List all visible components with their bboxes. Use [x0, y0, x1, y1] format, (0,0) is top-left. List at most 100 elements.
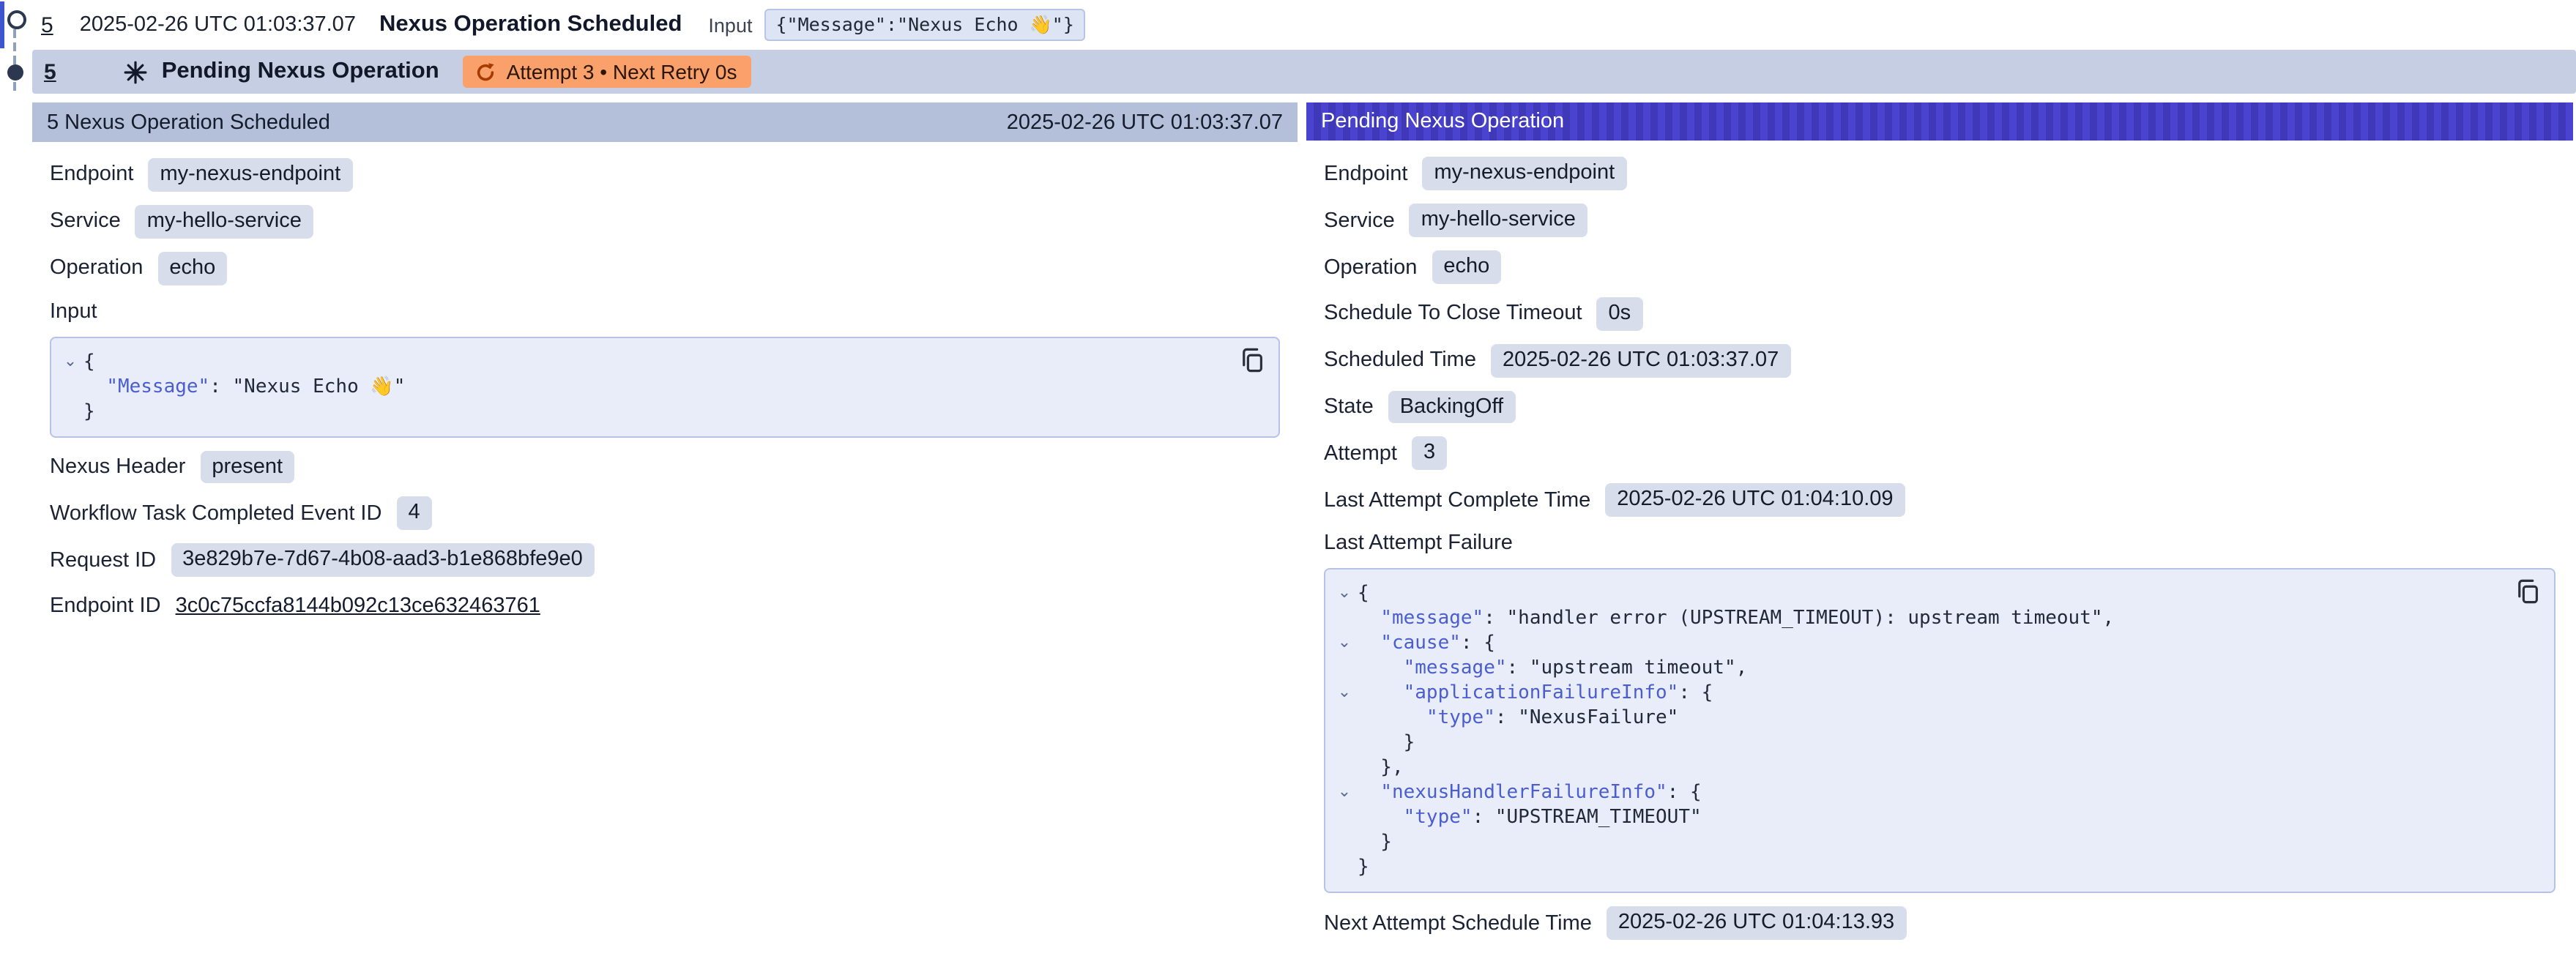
code-line: ⌄}	[57, 399, 1226, 424]
input-json-viewer: ⌄{⌄ "Message": "Nexus Echo 👋"⌄}	[50, 336, 1280, 437]
code-line: ⌄ }	[1331, 830, 2501, 855]
field-value-badge: my-nexus-endpoint	[1423, 157, 1627, 191]
field-value-badge: 4	[396, 497, 431, 531]
timeline-current-dot-icon	[7, 64, 23, 81]
detail-row-scheduled-time: Scheduled Time 2025-02-26 UTC 01:03:37.0…	[1324, 344, 2555, 378]
field-label: Operation	[50, 256, 143, 280]
pending-icon	[124, 59, 149, 84]
detail-row-nexus-header: Nexus Header present	[50, 450, 1280, 484]
code-line: ⌄ }	[1331, 731, 2501, 755]
field-value-badge: 3	[1412, 437, 1447, 471]
field-label: Endpoint ID	[50, 594, 161, 618]
field-label: Scheduled Time	[1324, 348, 1476, 372]
collapse-chevron-icon[interactable]: ⌄	[1331, 581, 1358, 606]
collapse-chevron-icon[interactable]: ⌄	[57, 349, 83, 374]
code-text: "cause": {	[1358, 631, 1495, 656]
event-id-link[interactable]: 5	[41, 12, 53, 37]
field-label: Workflow Task Completed Event ID	[50, 502, 381, 526]
detail-row-schedule-to-close-timeout: Schedule To Close Timeout 0s	[1324, 297, 2555, 331]
endpoint-id-link[interactable]: 3c0c75ccfa8144b092c13ce632463761	[176, 591, 540, 621]
code-line: ⌄{	[57, 349, 1226, 374]
field-value-badge: my-hello-service	[1410, 204, 1587, 238]
code-line: ⌄ "applicationFailureInfo": {	[1331, 681, 2501, 706]
event-title: Nexus Operation Scheduled	[379, 12, 682, 38]
field-label: Endpoint	[1324, 163, 1408, 186]
collapse-chevron-icon[interactable]: ⌄	[1331, 681, 1358, 706]
field-value-badge: 2025-02-26 UTC 01:04:13.93	[1607, 906, 1906, 940]
field-label: Request ID	[50, 548, 156, 572]
code-line: ⌄{	[1331, 581, 2501, 606]
detail-row-operation: Operation echo	[1324, 250, 2555, 284]
pending-title: Pending Nexus Operation	[162, 59, 439, 85]
detail-row-request-id: Request ID 3e829b7e-7d67-4b08-aad3-b1e86…	[50, 543, 1280, 577]
active-row-indicator	[0, 1, 4, 48]
field-label: Endpoint	[50, 163, 134, 187]
field-value-badge: my-hello-service	[135, 205, 313, 239]
code-text: "message": "handler error (UPSTREAM_TIME…	[1358, 606, 2114, 631]
event-details-panel: 5 Nexus Operation Scheduled 2025-02-26 U…	[32, 102, 1298, 956]
code-line: ⌄ "message": "upstream timeout",	[1331, 656, 2501, 681]
detail-row-endpoint-id: Endpoint ID 3c0c75ccfa8144b092c13ce63246…	[50, 590, 1280, 622]
code-line: ⌄}	[1331, 855, 2501, 880]
input-section-label: Input	[50, 299, 1280, 323]
field-label: Attempt	[1324, 442, 1397, 466]
code-text: "applicationFailureInfo": {	[1358, 681, 1713, 706]
detail-row-endpoint: Endpoint my-nexus-endpoint	[1324, 157, 2555, 191]
detail-row-last-attempt-complete-time: Last Attempt Complete Time 2025-02-26 UT…	[1324, 484, 2555, 518]
detail-row-operation: Operation echo	[50, 251, 1280, 285]
field-label: Nexus Header	[50, 455, 185, 479]
field-value-badge: 3e829b7e-7d67-4b08-aad3-b1e868bfe9e0	[171, 543, 595, 577]
pending-operation-row[interactable]: 5 Pending Nexus Operation Attempt 3 • Ne…	[32, 50, 2576, 94]
pending-operation-panel: Pending Nexus Operation Endpoint my-nexu…	[1306, 102, 2573, 956]
code-line: ⌄ "nexusHandlerFailureInfo": {	[1331, 780, 2501, 805]
field-label: Schedule To Close Timeout	[1324, 302, 1582, 326]
code-text: {	[83, 349, 95, 374]
field-label: State	[1324, 395, 1374, 419]
field-value-badge: 2025-02-26 UTC 01:03:37.07	[1491, 344, 1790, 378]
attempt-retry-label: Attempt 3 • Next Retry 0s	[507, 60, 737, 83]
code-line: ⌄ "Message": "Nexus Echo 👋"	[57, 374, 1226, 399]
code-line: ⌄ "type": "UPSTREAM_TIMEOUT"	[1331, 805, 2501, 830]
pending-panel-header[interactable]: Pending Nexus Operation	[1306, 102, 2573, 141]
event-details-header-timestamp: 2025-02-26 UTC 01:03:37.07	[1007, 111, 1283, 134]
field-value-badge: 0s	[1597, 297, 1643, 331]
field-label: Operation	[1324, 255, 1417, 279]
code-text: "nexusHandlerFailureInfo": {	[1358, 780, 1702, 805]
input-preview-chip: {"Message":"Nexus Echo 👋"}	[764, 9, 1085, 42]
code-line: ⌄ "type": "NexusFailure"	[1331, 706, 2501, 731]
code-text: }	[1358, 830, 1392, 855]
last-attempt-failure-label: Last Attempt Failure	[1324, 531, 2555, 555]
field-value-badge: present	[200, 450, 294, 484]
pending-id-link[interactable]: 5	[44, 59, 56, 84]
attempt-retry-badge: Attempt 3 • Next Retry 0s	[463, 56, 752, 88]
field-value-badge: BackingOff	[1388, 390, 1515, 424]
code-text: "type": "UPSTREAM_TIMEOUT"	[1358, 805, 1702, 830]
field-value-badge: echo	[1432, 250, 1501, 284]
code-text: }	[1358, 731, 1415, 755]
pending-panel-header-title: Pending Nexus Operation	[1321, 110, 1564, 133]
code-line: ⌄ "message": "handler error (UPSTREAM_TI…	[1331, 606, 2501, 631]
collapse-chevron-icon[interactable]: ⌄	[1331, 631, 1358, 656]
pending-panel-body: Endpoint my-nexus-endpoint Service my-he…	[1306, 141, 2573, 956]
collapse-chevron-icon[interactable]: ⌄	[1331, 780, 1358, 805]
detail-row-endpoint: Endpoint my-nexus-endpoint	[50, 158, 1280, 192]
details-content: 5 Nexus Operation Scheduled 2025-02-26 U…	[32, 102, 2573, 956]
field-label: Service	[50, 210, 121, 234]
timeline-connector	[13, 29, 16, 91]
field-value-badge: echo	[157, 251, 227, 285]
copy-icon[interactable]	[1239, 346, 1265, 373]
detail-row-attempt: Attempt 3	[1324, 437, 2555, 471]
field-value-badge: my-nexus-endpoint	[149, 158, 353, 192]
code-line: ⌄ "cause": {	[1331, 631, 2501, 656]
code-text: "message": "upstream timeout",	[1358, 656, 1747, 681]
code-text: {	[1358, 581, 1369, 606]
event-summary-row[interactable]: 5 2025-02-26 UTC 01:03:37.07 Nexus Opera…	[0, 0, 2576, 50]
event-details-body: Endpoint my-nexus-endpoint Service my-he…	[32, 142, 1298, 638]
detail-row-workflow-task-completed-event-id: Workflow Task Completed Event ID 4	[50, 497, 1280, 531]
code-text: "type": "NexusFailure"	[1358, 706, 1678, 731]
field-label: Next Attempt Schedule Time	[1324, 911, 1592, 935]
copy-icon[interactable]	[2514, 578, 2541, 605]
detail-row-next-attempt-schedule-time: Next Attempt Schedule Time 2025-02-26 UT…	[1324, 906, 2555, 940]
page: 5 2025-02-26 UTC 01:03:37.07 Nexus Opera…	[0, 0, 2576, 956]
event-details-header[interactable]: 5 Nexus Operation Scheduled 2025-02-26 U…	[32, 102, 1298, 142]
